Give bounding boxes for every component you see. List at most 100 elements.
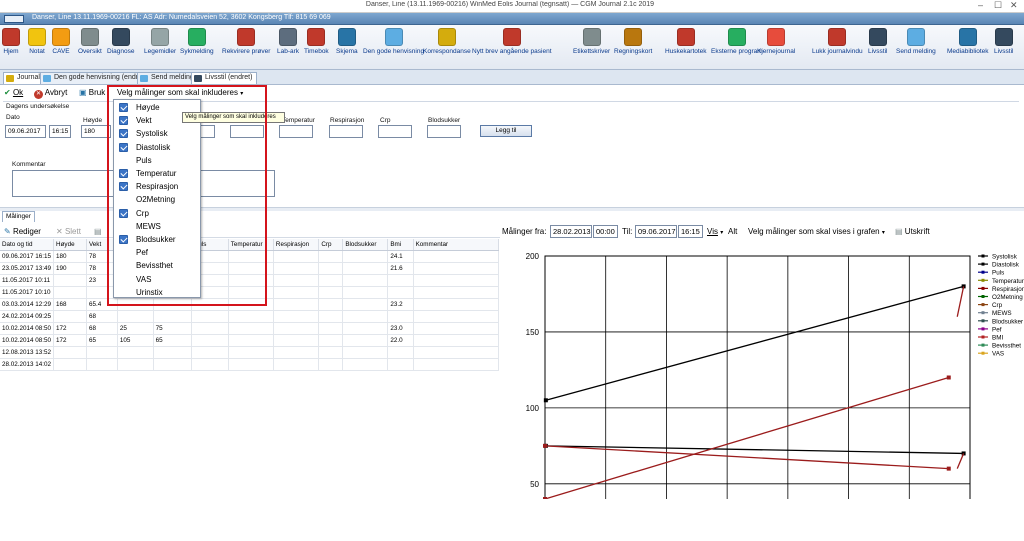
chart-toolbar: Målinger fra: 28.02.2013 00:00 Til: 09.0…: [500, 224, 1024, 239]
shoe-icon: [868, 28, 887, 46]
table-row[interactable]: 10.02.2014 08:50 172 65 105 65 22.0: [0, 334, 500, 347]
rediger-button[interactable]: ✎ Rediger: [4, 227, 41, 236]
fra-tid-field[interactable]: 00:00: [593, 225, 618, 238]
avbryt-button[interactable]: ✕ Avbryt: [34, 88, 67, 99]
toolbar-button-warning[interactable]: CAVE: [52, 28, 70, 55]
bruk-label: Bruk: [88, 88, 106, 97]
column-header[interactable]: Dato og tid: [0, 239, 55, 251]
legend-label: BMI: [992, 335, 1003, 342]
fra-dato-field[interactable]: 28.02.2013: [550, 225, 592, 238]
avbryt-label: Avbryt: [44, 88, 68, 97]
table-cell: [153, 310, 193, 323]
kj-icon: [767, 28, 786, 46]
legend-marker: [981, 303, 985, 307]
til-dato-field[interactable]: 09.06.2017: [635, 225, 677, 238]
media-icon: [958, 28, 977, 46]
legend-marker: [981, 286, 985, 290]
toolbar-button-pill[interactable]: Legemidler: [144, 28, 176, 55]
table-row[interactable]: 10.02.2014 08:50 172 68 25 75 23.0: [0, 322, 500, 335]
toolbar-button-lab-sheet[interactable]: Lab-ark: [277, 28, 299, 55]
legend-marker: [981, 295, 985, 298]
legg-til-button[interactable]: Legg til: [480, 125, 532, 137]
toolbar-button-envelope[interactable]: Korrespondanse: [423, 28, 471, 55]
crp-field[interactable]: [378, 125, 412, 138]
toolbar-button-overview[interactable]: Oversikt: [78, 28, 102, 55]
blodsukker-field[interactable]: [427, 125, 461, 138]
toolbar-button-gear[interactable]: Eksterne program: [711, 28, 763, 55]
tab-maalinger[interactable]: Målinger: [2, 211, 35, 222]
table-cell: [228, 322, 274, 335]
chevron-down-icon: ▾: [881, 230, 885, 236]
table-cell: 10.02.2014 08:50: [0, 334, 55, 347]
toolbar-button-send[interactable]: Send melding: [896, 28, 936, 55]
chevron-down-icon: ▾: [720, 230, 724, 236]
legend-label: MEWS: [992, 310, 1012, 317]
table-cell: 23.2: [387, 298, 414, 311]
utskrift-button[interactable]: ▤: [94, 227, 102, 236]
toolbar-button-home[interactable]: Hjem: [2, 28, 20, 55]
toolbar-button-referral[interactable]: Den gode henvisning: [363, 28, 424, 55]
maximize-icon[interactable]: ☐: [994, 0, 1002, 11]
fra-label: Målinger fra:: [502, 227, 547, 236]
toolbar-button-printer[interactable]: Etikettskriver: [573, 28, 610, 55]
column-header[interactable]: Høyde: [53, 239, 87, 251]
toolbar-button-kj[interactable]: Kjernejournal: [757, 28, 795, 55]
tid-field[interactable]: 16:15: [49, 125, 71, 138]
table-cell: [413, 322, 500, 335]
table-cell: [53, 310, 87, 323]
temperatur-field[interactable]: [279, 125, 313, 138]
minimize-icon[interactable]: –: [978, 0, 983, 10]
toolbar-button-shoe[interactable]: Livsstil: [868, 28, 888, 55]
dato-field[interactable]: 09.06.2017: [5, 125, 46, 138]
bruk-button[interactable]: ▣ Bruk: [79, 88, 105, 97]
toolbar-button-close[interactable]: Lukk journalvindu: [812, 28, 863, 55]
table-row[interactable]: 12.08.2013 13:52: [0, 346, 500, 359]
tab-livsstil[interactable]: Livsstil (endret): [191, 72, 258, 84]
toolbar-button-shoe[interactable]: Livsstil: [994, 28, 1014, 55]
til-tid-field[interactable]: 16:15: [678, 225, 703, 238]
toolbar-button-form[interactable]: Skjema: [336, 28, 358, 55]
legend-label: Respirasjon: [992, 286, 1024, 293]
toolbar-button-calendar[interactable]: Timebok: [304, 28, 329, 55]
column-header[interactable]: Crp: [318, 239, 344, 251]
table-cell: [273, 286, 320, 299]
shoe-icon: [994, 28, 1013, 46]
close-icon[interactable]: ✕: [1010, 0, 1018, 11]
table-row[interactable]: 28.02.2013 14:02: [0, 358, 500, 371]
toolbar-button-testtube[interactable]: Rekvirere prøver: [222, 28, 270, 55]
toolbar-button-media[interactable]: Mediabibliotek: [947, 28, 989, 55]
tab-den-gode-henvisning[interactable]: Den gode henvisning (endret): [40, 72, 152, 84]
close-icon: [828, 28, 847, 46]
column-header[interactable]: Blodsukker: [342, 239, 389, 251]
ok-button[interactable]: ✔ Ok: [4, 88, 23, 97]
toolbar-button-checklist[interactable]: Huskekartotek: [665, 28, 707, 55]
envelope-icon: [437, 28, 456, 46]
legend-label: Pef: [992, 326, 1002, 333]
tab-send-melding[interactable]: Send melding: [137, 72, 199, 84]
respirasjon-field[interactable]: [329, 125, 363, 138]
velg-graf-dropdown[interactable]: Velg målinger som skal vises i grafen ▾: [748, 227, 885, 236]
toolbar-button-stethoscope[interactable]: Diagnose: [107, 28, 134, 55]
table-cell: 28.02.2013 14:02: [0, 358, 55, 371]
toolbar-label: Mediabibliotek: [947, 48, 989, 55]
toolbar-label: Oversikt: [78, 48, 102, 55]
tab-journal[interactable]: Journal: [3, 72, 45, 84]
toolbar-button-letter[interactable]: Nytt brev angående pasient: [472, 28, 552, 55]
referral-icon: [43, 75, 51, 82]
alt-button[interactable]: Alt: [728, 227, 737, 236]
table-cell: [318, 322, 344, 335]
toolbar-label: Nytt brev angående pasient: [472, 48, 552, 55]
slett-button[interactable]: ✕ Slett: [56, 227, 81, 236]
column-header[interactable]: Bmi: [387, 239, 414, 251]
toolbar-button-sickleave[interactable]: Sykmelding: [180, 28, 214, 55]
column-header[interactable]: Kommentar: [413, 239, 500, 251]
table-row[interactable]: 24.02.2014 09:25 68: [0, 310, 500, 323]
toolbar-button-note[interactable]: Notat: [28, 28, 46, 55]
vis-dropdown[interactable]: Vis ▾: [707, 227, 723, 236]
rediger-label: Rediger: [12, 227, 41, 236]
utskrift-chart-button[interactable]: ▤ Utskrift: [895, 227, 930, 236]
toolbar-button-invoice[interactable]: Regningskort: [614, 28, 652, 55]
table-cell: [53, 346, 87, 359]
maalinger-chart: 200 150 100 50 Systolisk Diastolisk Puls Temper…: [500, 240, 1024, 502]
column-header[interactable]: Respirasjon: [273, 239, 320, 251]
